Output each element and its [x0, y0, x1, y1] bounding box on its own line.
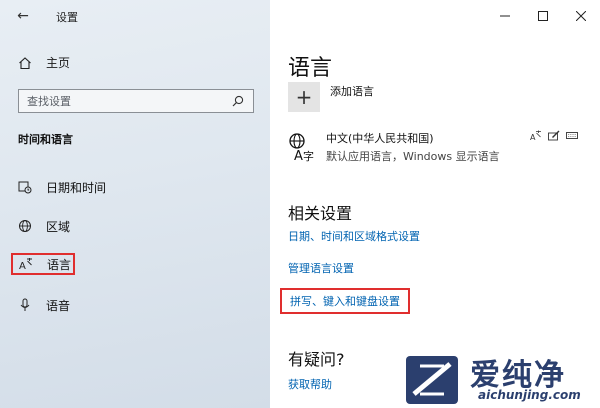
language-settings-page: 语言 + 添加语言 A 字 中文(中华人民共和国) 默认应用语言，Windows…: [270, 0, 600, 408]
manage-language-settings-link[interactable]: 管理语言设置: [288, 260, 354, 276]
sidebar-item-label: 主页: [46, 56, 71, 70]
minimize-icon: [500, 15, 510, 17]
date-time-region-format-link[interactable]: 日期、时间和区域格式设置: [288, 228, 420, 244]
sidebar-item-label: 语音: [46, 298, 71, 313]
svg-text:字: 字: [303, 149, 314, 162]
title-bar: ← 设置: [0, 0, 270, 32]
close-button[interactable]: [562, 0, 600, 32]
sidebar-item-label: 区域: [46, 219, 71, 234]
svg-text:A: A: [530, 133, 536, 141]
sidebar-section-heading: 时间和语言: [18, 133, 73, 146]
text-to-speech-icon: A: [530, 130, 542, 141]
window-controls: [486, 0, 600, 32]
back-arrow-icon: ←: [17, 8, 29, 24]
sidebar-item-label: 语言: [47, 257, 72, 272]
related-settings-heading: 相关设置: [288, 204, 353, 223]
settings-sidebar: ← 设置 主页 时间和语言 日期和时间 区域 A 语言: [0, 0, 270, 408]
spelling-typing-keyboard-link[interactable]: 拼写、键入和键盘设置: [280, 288, 410, 314]
minimize-button[interactable]: [486, 0, 524, 32]
language-list-item[interactable]: A 字 中文(中华人民共和国) 默认应用语言，Windows 显示语言 A: [288, 128, 578, 168]
search-icon[interactable]: [231, 94, 245, 108]
get-help-link[interactable]: 获取帮助: [288, 376, 332, 392]
plus-icon: +: [288, 82, 320, 112]
add-language-button[interactable]: + 添加语言: [288, 82, 374, 112]
calendar-clock-icon: [18, 180, 32, 194]
close-icon: [576, 11, 586, 21]
language-description: 默认应用语言，Windows 显示语言: [326, 150, 500, 163]
maximize-button[interactable]: [524, 0, 562, 32]
page-title: 语言: [288, 56, 333, 81]
svg-text:A: A: [19, 261, 26, 271]
microphone-icon: [18, 298, 32, 312]
search-input[interactable]: [27, 94, 217, 108]
home-icon: [18, 56, 32, 70]
svg-text:A: A: [294, 149, 303, 162]
back-button[interactable]: ←: [14, 7, 32, 25]
sidebar-item-language[interactable]: A 语言: [11, 253, 75, 275]
language-features: A: [530, 130, 578, 141]
keyboard-icon: [566, 130, 578, 141]
globe-icon: [18, 219, 32, 233]
brand-name-en: aichunjing.com: [478, 388, 581, 402]
brand-logo-icon: [406, 356, 458, 404]
language-icon: A: [19, 257, 33, 271]
watermark: 爱纯净 aichunjing.com: [400, 350, 600, 408]
sidebar-item-date-time[interactable]: 日期和时间: [18, 176, 106, 198]
language-name: 中文(中华人民共和国): [326, 132, 434, 145]
sidebar-item-home[interactable]: 主页: [18, 54, 70, 71]
sidebar-item-speech[interactable]: 语音: [18, 294, 70, 316]
sidebar-item-label: 日期和时间: [46, 180, 107, 195]
maximize-icon: [538, 11, 548, 21]
help-heading: 有疑问?: [288, 350, 345, 369]
handwriting-icon: [548, 130, 560, 141]
search-box[interactable]: [18, 89, 254, 113]
sidebar-item-region[interactable]: 区域: [18, 215, 70, 237]
window-title: 设置: [56, 11, 78, 24]
language-pack-icon: A 字: [288, 132, 316, 164]
add-language-label: 添加语言: [330, 85, 374, 98]
